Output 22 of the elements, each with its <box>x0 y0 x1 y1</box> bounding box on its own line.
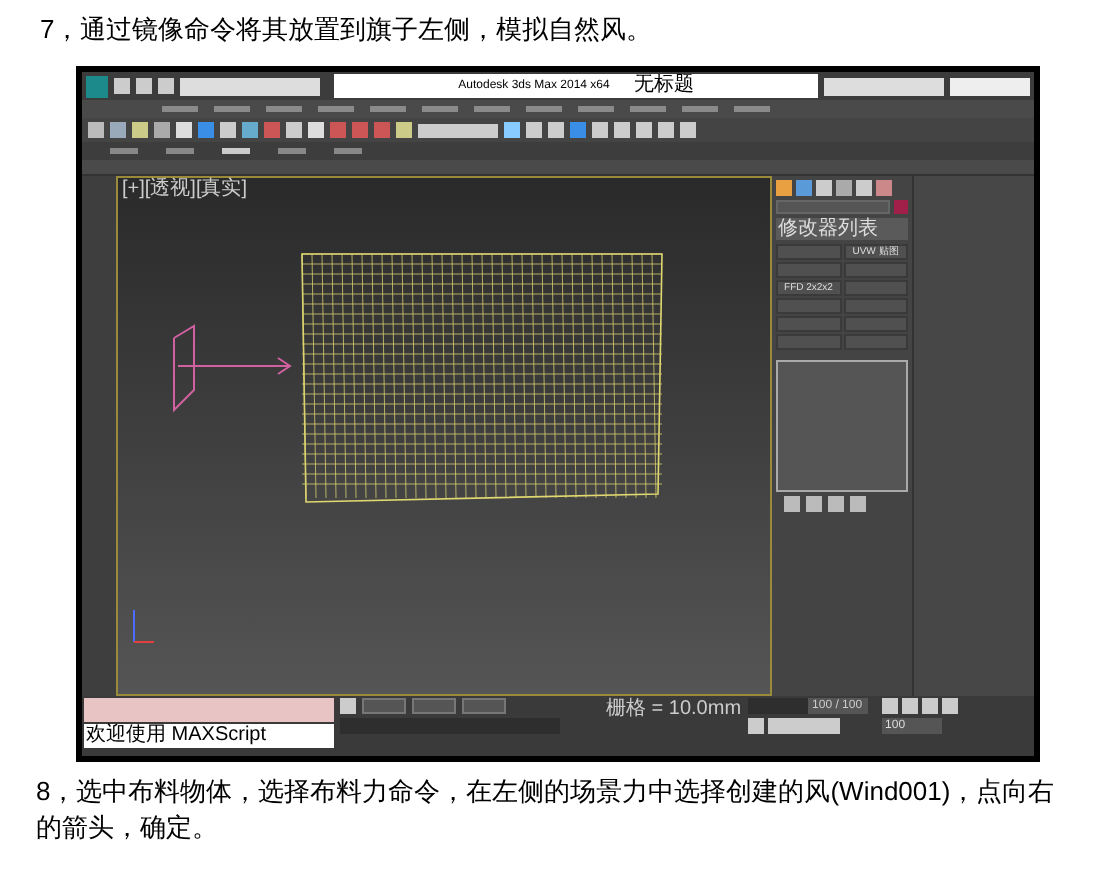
grid-readout: 栅格 = 10.0mm <box>606 698 742 722</box>
search-field[interactable] <box>824 77 944 95</box>
coordinate-field[interactable] <box>362 698 406 714</box>
workspace-dropdown[interactable] <box>180 77 320 95</box>
object-color-swatch[interactable] <box>894 200 908 214</box>
coordinate-field[interactable] <box>462 698 506 714</box>
axis-icon <box>133 609 155 643</box>
tool-icon[interactable] <box>747 718 764 734</box>
step-paragraph: 8，选中布料物体，选择布料力命令，在左侧的场景力中选择创建的风(Wind001)，点向右的箭头，确定。 <box>34 774 1057 846</box>
selection-set-dropdown[interactable] <box>418 123 498 137</box>
listener-input[interactable] <box>84 698 334 722</box>
app-logo-icon[interactable] <box>86 75 108 97</box>
window-controls[interactable] <box>950 77 1030 95</box>
viewport-label[interactable]: [+][透视][真实] <box>118 178 248 200</box>
object-name-field[interactable] <box>776 200 890 214</box>
listener-output: 欢迎使用 MAXScript <box>84 724 334 748</box>
modifier-stack <box>776 360 908 492</box>
wind-gizmo-icon <box>173 324 292 413</box>
step-heading: 7，通过镜像命令将其放置到旗子左侧，模拟自然风。 <box>38 12 655 46</box>
document-name: 无标题 <box>633 76 694 96</box>
coordinate-field[interactable] <box>412 698 456 714</box>
modifier-list-dropdown[interactable]: 修改器列表 <box>776 218 908 240</box>
